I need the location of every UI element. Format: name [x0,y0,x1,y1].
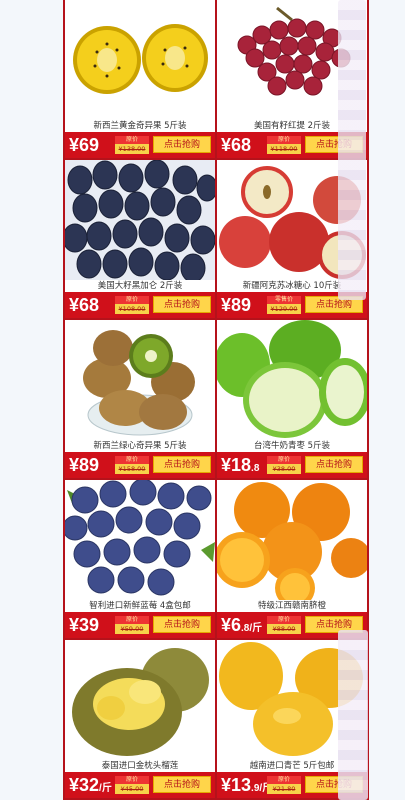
product-grid: 新西兰黄金奇异果 5斤装 ¥69 原价 ¥138.00 点击抢购 美国有籽红提 … [65,0,367,800]
product-name: 泰国进口金枕头榴莲 [65,760,215,772]
green-kiwi-image[interactable] [65,320,215,440]
sale-price: ¥68 [221,135,252,155]
original-price-tag: 原价 ¥118.00 [267,136,301,154]
buy-now-button[interactable]: 点击抢购 [153,296,211,313]
blueberries-image[interactable] [65,480,215,600]
durian-image[interactable] [65,640,215,760]
product-name: 新西兰绿心奇异果 5斤装 [65,440,215,452]
sale-price: ¥89 [221,295,252,315]
product-grid-frame: 新西兰黄金奇异果 5斤装 ¥69 原价 ¥138.00 点击抢购 美国有籽红提 … [63,0,369,800]
original-price-tag: 原价 ¥158.00 [115,456,149,474]
buy-now-button[interactable]: 点击抢购 [153,616,211,633]
price-bar: ¥69 原价 ¥138.00 点击抢购 [65,132,215,158]
original-price-tag: 原价 ¥88.00 [267,616,301,634]
black-grapes-image[interactable] [65,160,215,280]
product-name: 智利进口新鲜蓝莓 4盒包邮 [65,600,215,612]
sale-price: ¥68 [69,295,100,315]
price-bar: ¥89 原价 ¥158.00 点击抢购 [65,452,215,478]
buy-now-button[interactable]: 点击抢购 [153,776,211,793]
product-card-green-jujube[interactable]: 台湾牛奶青枣 5斤装 ¥18.8 原价 ¥38.00 点击抢购 [217,320,367,480]
product-name: 新西兰黄金奇异果 5斤装 [65,120,215,132]
sale-price: ¥89 [69,455,100,475]
original-price-tag: 原价 ¥45.00 [115,776,149,794]
blurred-overlay-top [338,0,366,300]
oranges-image[interactable] [217,480,367,600]
product-name: 台湾牛奶青枣 5斤装 [217,440,367,452]
original-price-tag: 零售价 ¥129.00 [267,296,301,314]
price-bar: ¥68 原价 ¥108.00 点击抢购 [65,292,215,318]
product-card-green-kiwi[interactable]: 新西兰绿心奇异果 5斤装 ¥89 原价 ¥158.00 点击抢购 [65,320,215,480]
sale-price: ¥13.9/斤 [221,775,273,795]
product-name: 特级江西赣南脐橙 [217,600,367,612]
blurred-overlay-bottom [338,630,368,800]
sale-price: ¥69 [69,135,100,155]
price-bar: ¥32/斤 原价 ¥45.00 点击抢购 [65,772,215,798]
buy-now-button[interactable]: 点击抢购 [153,136,211,153]
sale-price: ¥6.8/斤 [221,615,263,635]
golden-kiwi-image[interactable] [65,0,215,120]
sale-price: ¥32/斤 [69,775,112,795]
price-bar: ¥39 原价 ¥59.00 点击抢购 [65,612,215,638]
buy-now-button[interactable]: 点击抢购 [305,456,363,473]
original-price-tag: 原价 ¥138.00 [115,136,149,154]
green-jujube-image[interactable] [217,320,367,440]
product-card-durian[interactable]: 泰国进口金枕头榴莲 ¥32/斤 原价 ¥45.00 点击抢购 [65,640,215,800]
product-card-black-grapes[interactable]: 美国大籽黑加仑 2斤装 ¥68 原价 ¥108.00 点击抢购 [65,160,215,320]
price-bar: ¥18.8 原价 ¥38.00 点击抢购 [217,452,367,478]
product-card-golden-kiwi[interactable]: 新西兰黄金奇异果 5斤装 ¥69 原价 ¥138.00 点击抢购 [65,0,215,160]
product-card-blueberries[interactable]: 智利进口新鲜蓝莓 4盒包邮 ¥39 原价 ¥59.00 点击抢购 [65,480,215,640]
original-price-tag: 原价 ¥59.00 [115,616,149,634]
original-price-tag: 原价 ¥21.80 [267,776,301,794]
original-price-tag: 原价 ¥38.00 [267,456,301,474]
original-price-tag: 原价 ¥108.00 [115,296,149,314]
sale-price: ¥39 [69,615,100,635]
buy-now-button[interactable]: 点击抢购 [153,456,211,473]
product-card-oranges[interactable]: 特级江西赣南脐橙 ¥6.8/斤 原价 ¥88.00 点击抢购 [217,480,367,640]
sale-price: ¥18.8 [221,455,260,475]
product-name: 美国大籽黑加仑 2斤装 [65,280,215,292]
